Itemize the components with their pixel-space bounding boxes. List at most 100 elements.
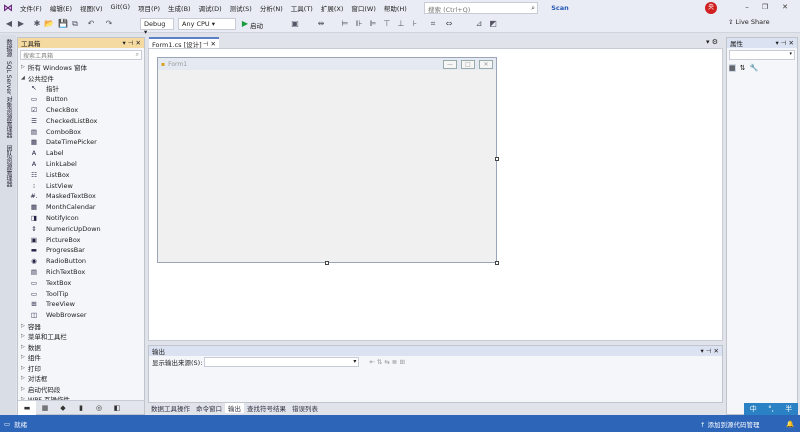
tab-order-icon[interactable]: ⊿ <box>474 19 484 29</box>
toolbox-item[interactable]: ↖ 指针 <box>18 83 144 94</box>
align-right-icon[interactable]: ⊫ <box>368 19 378 29</box>
server-explorer-tab-icon[interactable]: ▦ <box>36 401 54 415</box>
toolbox-item[interactable]: ▣ PictureBox <box>18 234 144 245</box>
category-common-controls[interactable]: ◢ 公共控件 <box>18 73 144 84</box>
save-icon[interactable]: 💾 <box>58 19 68 29</box>
resize-handle[interactable] <box>495 157 499 161</box>
toolbox-item[interactable]: ▤ ComboBox <box>18 126 144 137</box>
properties-object-select[interactable]: ▾ <box>729 50 795 60</box>
sql-explorer-tab[interactable]: SQL Server 对象资源管理器 <box>4 61 13 138</box>
bottom-tab[interactable]: 查找符号结果 <box>244 403 289 413</box>
alphabetical-icon[interactable]: ⇅ <box>740 64 746 72</box>
toolbox-item[interactable]: ▦ DateTimePicker <box>18 137 144 148</box>
start-button[interactable]: 启动 <box>250 20 263 30</box>
toolbox-category[interactable]: ▷ 容器 <box>18 321 144 332</box>
tab-overflow-icon[interactable]: ▾ ⚙ <box>706 38 718 46</box>
redo-icon[interactable]: ↷ <box>104 19 114 29</box>
toolbox-category[interactable]: ▷ 启动代码段 <box>18 384 144 395</box>
ime-indicator[interactable]: 中 °, 半 <box>744 403 798 415</box>
menu-item[interactable]: 生成(B) <box>164 3 195 13</box>
menu-item[interactable]: 测试(S) <box>226 3 256 13</box>
align-middle-icon[interactable]: ⊥ <box>396 19 406 29</box>
bottom-tab[interactable]: 输出 <box>225 403 244 413</box>
menu-item[interactable]: 项目(P) <box>134 3 164 13</box>
property-pages-icon[interactable]: 🔧 <box>750 64 759 72</box>
categorized-icon[interactable]: ▦ <box>729 64 736 72</box>
toolbox-item[interactable]: ☑ CheckBox <box>18 105 144 116</box>
menu-item[interactable]: 工具(T) <box>287 3 317 13</box>
toolbox-item[interactable]: ☷ ListBox <box>18 169 144 180</box>
toolbox-category[interactable]: ▷ 数据 <box>18 342 144 353</box>
toolbox-item[interactable]: ◉ RadioButton <box>18 256 144 267</box>
start-icon[interactable]: ▶ <box>240 19 250 29</box>
solution-tab-icon[interactable]: ▮ <box>72 401 90 415</box>
menu-item[interactable]: 视图(V) <box>76 3 107 13</box>
properties-window-controls[interactable]: ▾ ⊣ ✕ <box>775 39 794 47</box>
menu-item[interactable]: 扩展(X) <box>317 3 348 13</box>
align-left-icon[interactable]: ⊨ <box>340 19 350 29</box>
bottom-tab[interactable]: 数据工具操作 <box>148 403 193 413</box>
toolbox-item[interactable]: ⁝ ListView <box>18 180 144 191</box>
new-project-icon[interactable]: ✱ <box>32 19 42 29</box>
toolbox-item[interactable]: #. MaskedTextBox <box>18 191 144 202</box>
size-to-grid-icon[interactable]: ⌗ <box>428 19 438 29</box>
resize-handle[interactable] <box>495 261 499 265</box>
output-window-controls[interactable]: ▾ ⊣ ✕ <box>700 347 719 355</box>
toolbox-item[interactable]: ⇕ NumericUpDown <box>18 223 144 234</box>
bottom-tab[interactable]: 错误列表 <box>289 403 321 413</box>
toolbox-item[interactable]: ◨ NotifyIcon <box>18 213 144 224</box>
screenshot-icon[interactable]: ▣ <box>290 19 300 29</box>
back-icon[interactable]: ◀ <box>4 19 14 29</box>
toolbox-category[interactable]: ▷ 组件 <box>18 352 144 363</box>
undo-icon[interactable]: ↶ <box>86 19 96 29</box>
toolbox-item[interactable]: ☰ CheckedListBox <box>18 115 144 126</box>
toolbox-window-controls[interactable]: ▾ ⊣ ✕ <box>122 39 141 47</box>
github-tab-icon[interactable]: ◎ <box>90 401 108 415</box>
toolbox-item[interactable]: ▤ RichTextBox <box>18 267 144 278</box>
bring-front-icon[interactable]: ◩ <box>488 19 498 29</box>
menu-item[interactable]: Git(G) <box>107 3 135 13</box>
toolbox-category[interactable]: ▷ 菜单和工具栏 <box>18 331 144 342</box>
notifications-icon[interactable]: 🔔 <box>786 420 794 428</box>
scan-button[interactable]: Scan <box>545 2 575 14</box>
menu-item[interactable]: 窗口(W) <box>347 3 380 13</box>
restore-icon[interactable]: ❐ <box>758 1 772 13</box>
menu-item[interactable]: 分析(N) <box>256 3 287 13</box>
toolbox-item[interactable]: ◫ WebBrowser <box>18 310 144 321</box>
config-select[interactable]: Debug ▾ <box>140 18 174 36</box>
output-source-select[interactable]: ▾ <box>204 357 360 367</box>
class-view-tab-icon[interactable]: ◧ <box>108 401 126 415</box>
form1-window[interactable]: ▪ Form1 — □ ✕ <box>157 57 497 263</box>
menu-item[interactable]: 编辑(E) <box>46 3 76 13</box>
spacing-icon[interactable]: ⇔ <box>444 19 454 29</box>
toolbox-item[interactable]: A LinkLabel <box>18 159 144 170</box>
live-share-button[interactable]: ⇪ Live Share <box>728 18 770 26</box>
save-all-icon[interactable]: ⧉ <box>70 19 80 29</box>
menu-item[interactable]: 帮助(H) <box>380 3 411 13</box>
align-top-icon[interactable]: ⊤ <box>382 19 392 29</box>
toolbox-category[interactable]: ▷ 对话框 <box>18 373 144 384</box>
avatar[interactable]: 央 <box>705 2 717 14</box>
toolbox-tab-icon[interactable]: ▬ <box>18 401 36 415</box>
platform-select[interactable]: Any CPU ▾ <box>178 18 236 30</box>
toolbox-item[interactable]: A Label <box>18 148 144 159</box>
menu-item[interactable]: 调试(D) <box>195 3 226 13</box>
toolbox-item[interactable]: ▦ MonthCalendar <box>18 202 144 213</box>
format-icon[interactable]: ⇹ <box>316 19 326 29</box>
tab-pin-close-icon[interactable]: ⊣ ✕ <box>203 40 216 48</box>
team-explorer-tab[interactable]: 团队资源管理器 <box>4 145 13 187</box>
forward-icon[interactable]: ▶ <box>16 19 26 29</box>
source-control-button[interactable]: ↑ 添加到源代码管理 <box>700 419 760 429</box>
category-all-windows-forms[interactable]: ▷ 所有 Windows 窗体 <box>18 62 144 73</box>
toolbox-item[interactable]: ▭ ToolTip <box>18 288 144 299</box>
align-center-icon[interactable]: ⊪ <box>354 19 364 29</box>
toolbox-item[interactable]: ⊞ TreeView <box>18 299 144 310</box>
minimize-icon[interactable]: – <box>740 1 754 13</box>
search-input[interactable]: 搜索 (Ctrl+Q) ⌕ <box>424 2 538 14</box>
align-bottom-icon[interactable]: ⊦ <box>410 19 420 29</box>
close-icon[interactable]: ✕ <box>778 1 792 13</box>
toolbox-item[interactable]: ▬ ProgressBar <box>18 245 144 256</box>
output-toolbar-icons[interactable]: ⇤ ⇅ ⇆ ≣ ⊞ <box>369 358 405 366</box>
bottom-tab[interactable]: 命令窗口 <box>193 403 225 413</box>
menu-item[interactable]: 文件(F) <box>16 3 46 13</box>
